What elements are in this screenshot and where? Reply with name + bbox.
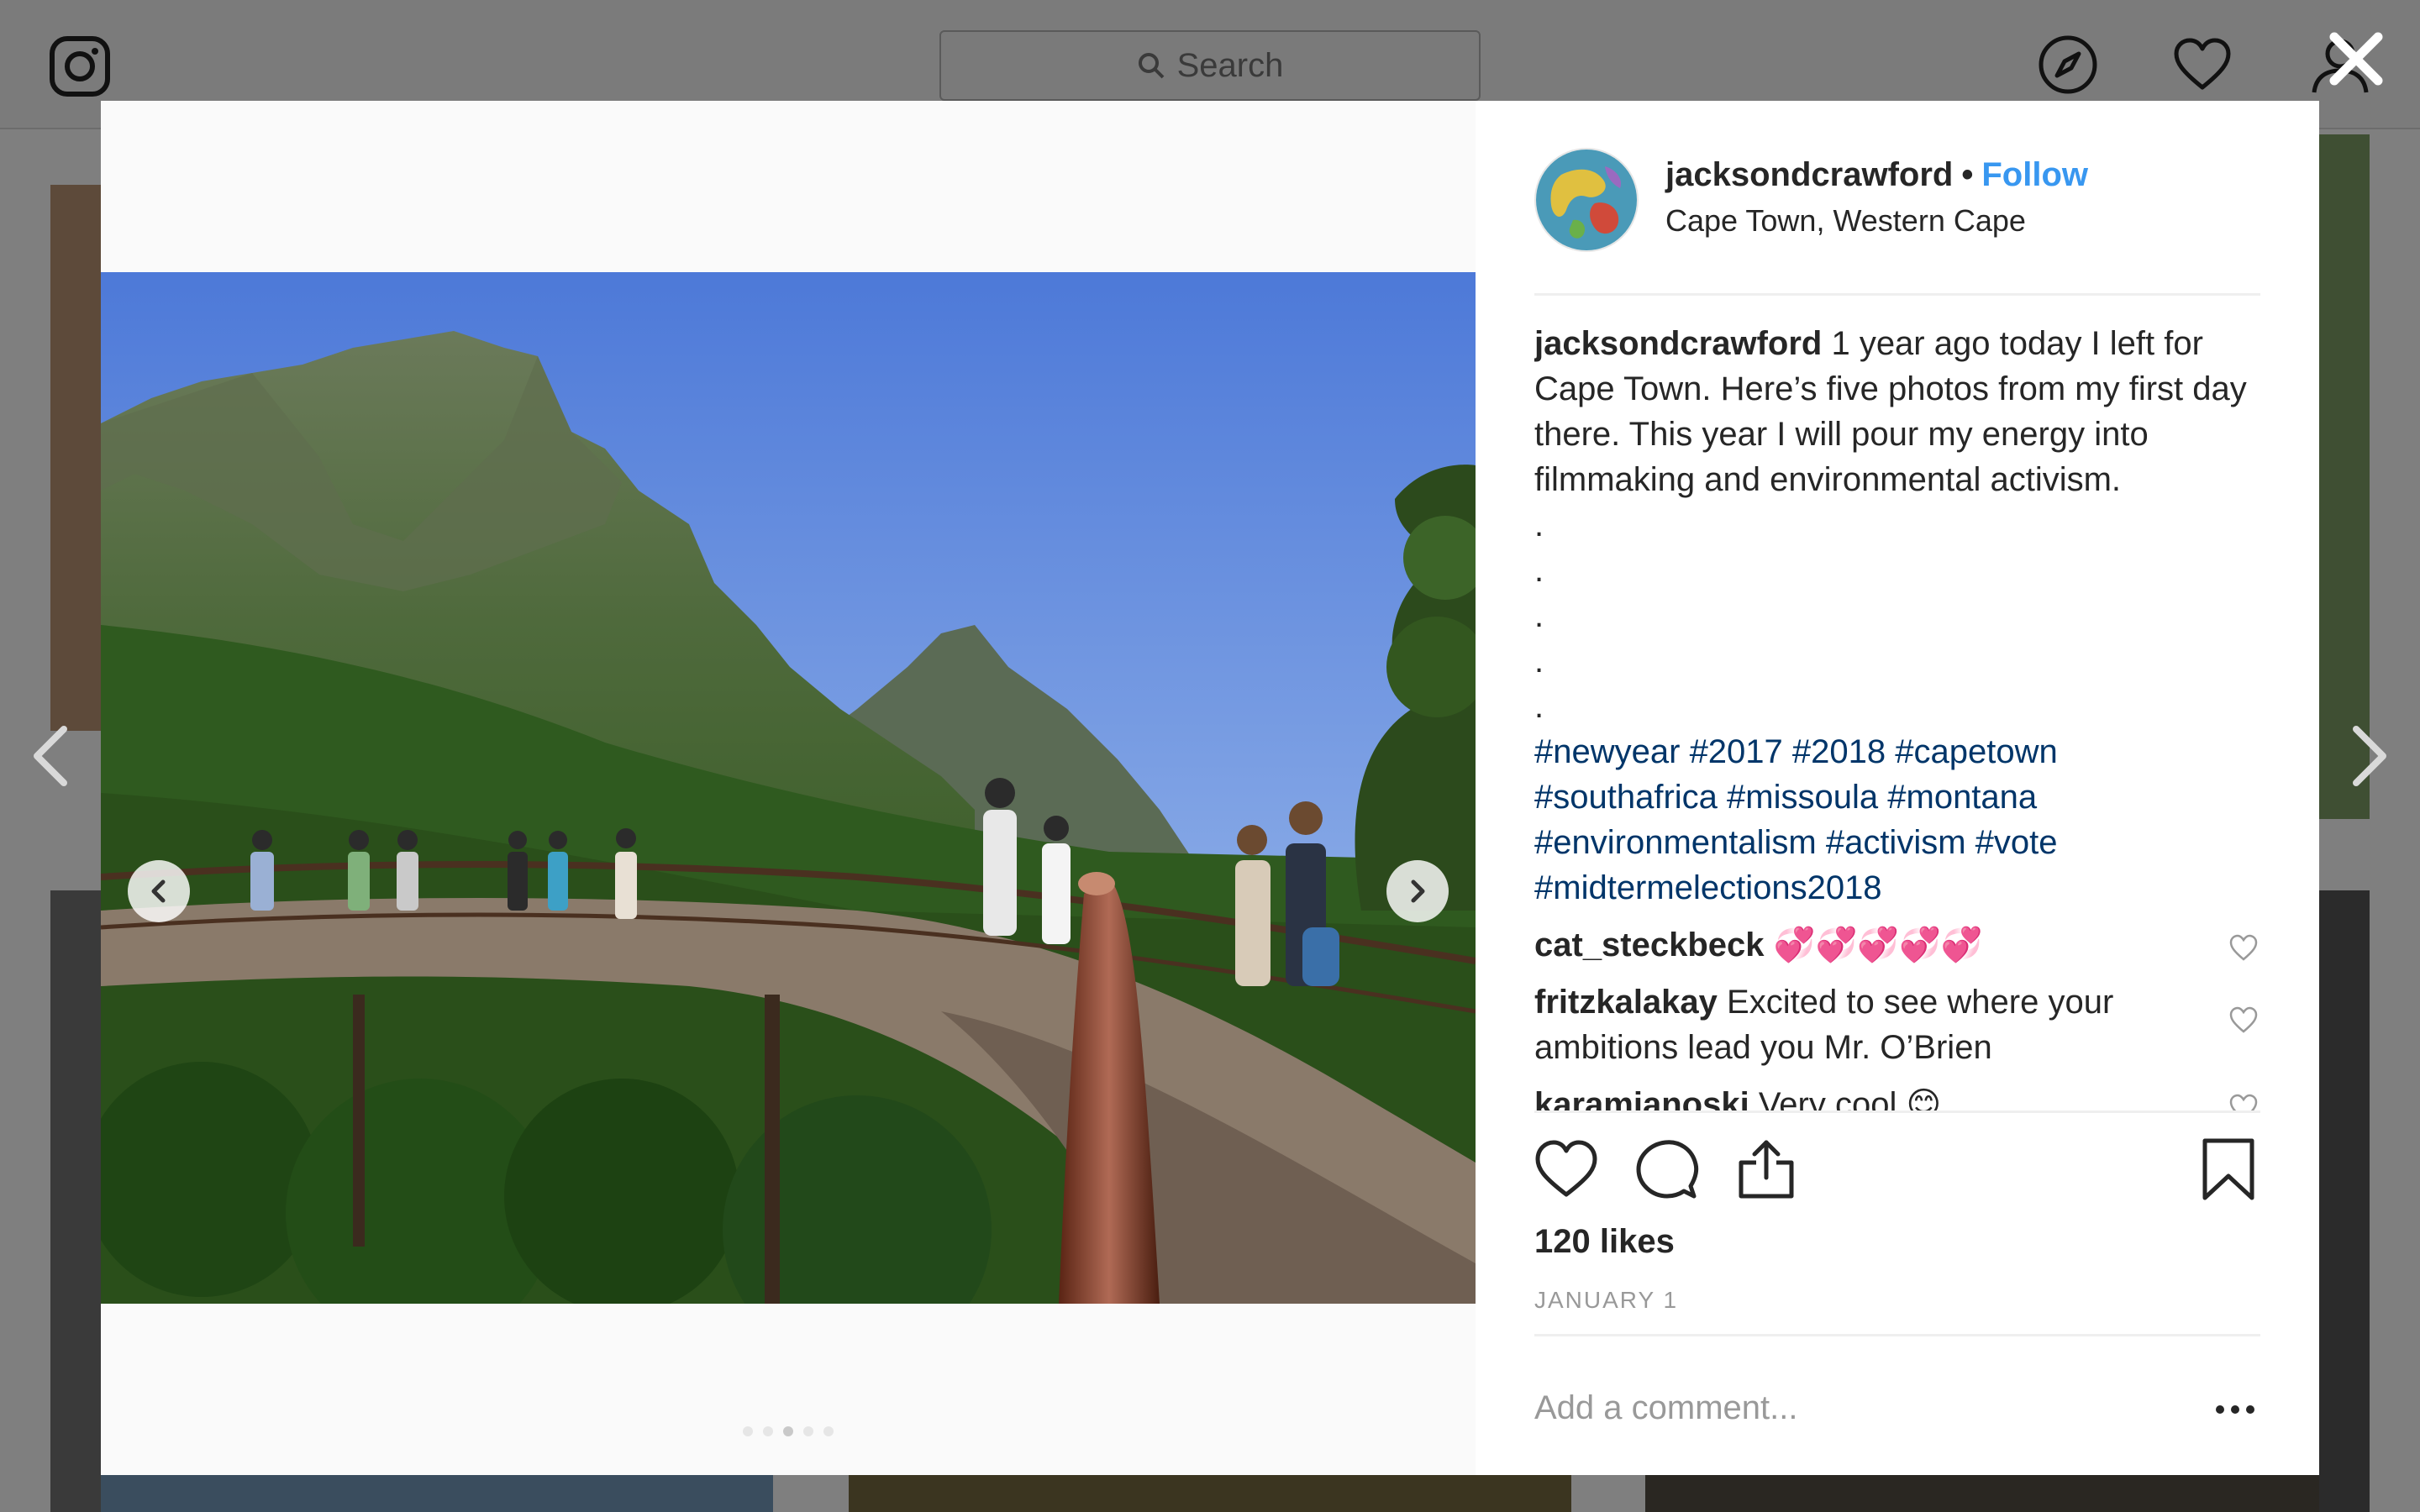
comment-like-heart-icon[interactable] (2228, 932, 2259, 963)
carousel-previous-button[interactable] (128, 860, 190, 922)
comment-text: Very cool 😊 (1758, 1086, 1942, 1110)
hashtag-link[interactable]: #missoula (1727, 779, 1878, 816)
like-count[interactable]: 120 likes (1534, 1223, 1675, 1261)
more-options-icon[interactable] (2210, 1384, 2260, 1435)
comment-text: 💞💞💞💞💞 (1773, 927, 1983, 963)
share-icon[interactable] (1734, 1137, 1798, 1201)
background-post-tile (1645, 1475, 2319, 1512)
close-icon[interactable] (2326, 29, 2386, 89)
carousel-dot (803, 1426, 813, 1436)
caption-dot: . (1534, 552, 1544, 589)
instagram-logo-icon[interactable] (49, 35, 111, 97)
next-post-arrow-icon[interactable] (2344, 722, 2395, 790)
follow-button[interactable]: Follow (1981, 156, 2088, 193)
hashtag-link[interactable]: #2018 (1792, 733, 1886, 770)
search-input[interactable]: Search (939, 30, 1481, 101)
post-media (101, 101, 1476, 1475)
hashtag-link[interactable]: #montana (1887, 779, 2037, 816)
post-date[interactable]: JANUARY 1 (1534, 1287, 1678, 1314)
post-sidebar: jacksondcrawford • Follow Cape Town, Weste… (1476, 101, 2319, 1475)
avatar[interactable] (1534, 148, 1639, 252)
comment-username[interactable]: cat_steckbeck (1534, 927, 1765, 963)
post-author-username[interactable]: jacksondcrawford (1665, 156, 1953, 193)
background-post-tile (101, 1475, 773, 1512)
caption-dot: . (1534, 507, 1544, 543)
hashtag-link[interactable]: #activism (1826, 824, 1966, 861)
hashtag-link[interactable]: #southafrica (1534, 779, 1718, 816)
background-post-tile (2319, 134, 2370, 819)
post-header: jacksondcrawford • Follow Cape Town, Weste… (1534, 148, 2260, 296)
background-post-tile (849, 1475, 1571, 1512)
hashtag-link[interactable]: #environmentalism (1534, 824, 1817, 861)
carousel-dot (823, 1426, 834, 1436)
carousel-next-button[interactable] (1386, 860, 1449, 922)
comments-list[interactable]: jacksondcrawford 1 year ago today I left… (1534, 321, 2260, 1110)
search-placeholder: Search (1176, 46, 1284, 84)
divider (1534, 1110, 2260, 1113)
background-post-tile (2319, 890, 2370, 1512)
carousel-dot (763, 1426, 773, 1436)
add-comment-input[interactable] (1534, 1381, 2173, 1435)
post-location[interactable]: Cape Town, Western Cape (1665, 203, 2026, 239)
compass-icon[interactable] (2037, 34, 2099, 96)
comment-like-heart-icon[interactable] (2228, 1092, 2259, 1110)
hashtag-link[interactable]: #vote (1975, 824, 2058, 861)
carousel-dot-active (783, 1426, 793, 1436)
heart-outline-icon[interactable] (1534, 1137, 1598, 1201)
comment-item: cat_steckbeck 💞💞💞💞💞 (1534, 922, 2260, 968)
divider (1534, 1334, 2260, 1336)
post-caption: jacksondcrawford 1 year ago today I left… (1534, 321, 2260, 911)
photo-scene (101, 272, 1476, 1304)
search-icon (1138, 53, 1165, 79)
hashtag-link[interactable]: #midtermelections2018 (1534, 869, 1882, 906)
comment-username[interactable]: karamianoski (1534, 1086, 1749, 1110)
caption-dot: . (1534, 597, 1544, 634)
comment-item: karamianoski Very cool 😊 (1534, 1082, 2260, 1110)
background-post-tile (50, 890, 101, 1512)
post-photo[interactable] (101, 272, 1476, 1304)
post-author-row: jacksondcrawford • Follow (1665, 156, 2088, 194)
bookmark-icon[interactable] (2196, 1137, 2260, 1201)
speech-bubble-icon[interactable] (1635, 1137, 1699, 1201)
post-modal: jacksondcrawford • Follow Cape Town, Weste… (101, 101, 2319, 1475)
hashtag-link[interactable]: #2017 (1690, 733, 1783, 770)
chevron-right-icon (1411, 879, 1425, 903)
caption-dot: . (1534, 688, 1544, 725)
carousel-dot (743, 1426, 753, 1436)
hashtag-link[interactable]: #capetown (1895, 733, 2057, 770)
comment-item: fritzkalakay Excited to see where your a… (1534, 979, 2260, 1070)
comment-like-heart-icon[interactable] (2228, 1005, 2259, 1035)
separator-dot: • (1961, 156, 1974, 193)
caption-username[interactable]: jacksondcrawford (1534, 325, 1822, 362)
background-post-tile (50, 185, 101, 731)
hashtag-link[interactable]: #newyear (1534, 733, 1680, 770)
previous-post-arrow-icon[interactable] (25, 722, 76, 790)
chevron-left-icon (151, 879, 166, 903)
comment-username[interactable]: fritzkalakay (1534, 984, 1718, 1021)
caption-dot: . (1534, 643, 1544, 680)
avatar-globe-icon (1536, 150, 1637, 250)
heart-icon[interactable] (2171, 34, 2233, 96)
carousel-indicator (101, 1426, 1476, 1436)
